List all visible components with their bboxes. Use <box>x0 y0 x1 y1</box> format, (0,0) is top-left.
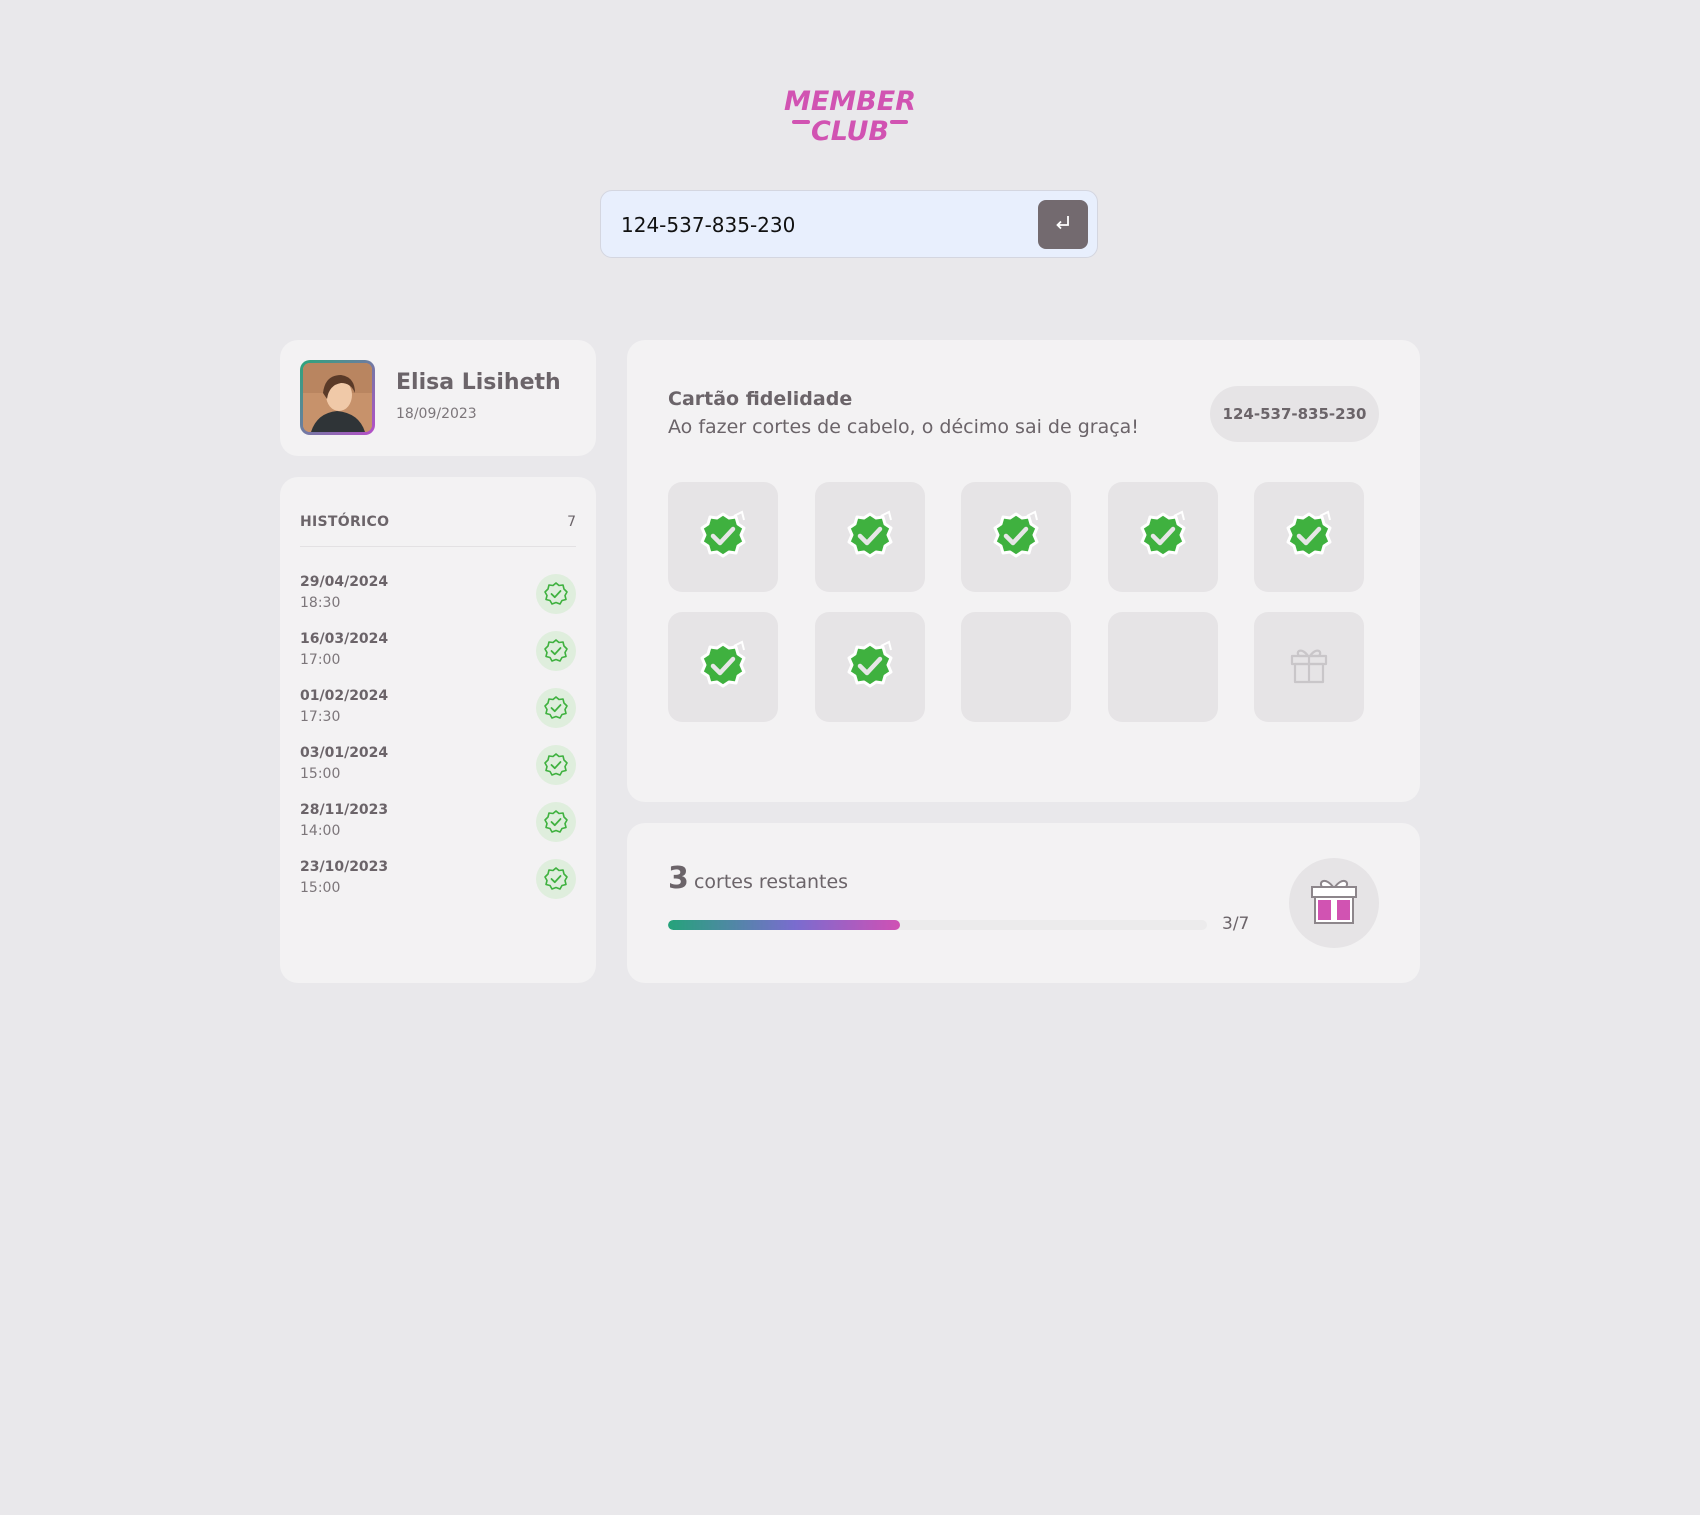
enter-icon <box>1053 213 1073 236</box>
progress-card: 3 cortes restantes 3/7 <box>627 823 1420 983</box>
history-card: HISTÓRICO 7 29/04/2024 18:30 16/03/2024 17:… <box>280 477 596 983</box>
gift-outline-icon <box>1288 644 1330 690</box>
history-date: 23/10/2023 <box>300 859 389 875</box>
stamp-slot-reward <box>1254 612 1364 722</box>
history-item: 29/04/2024 18:30 <box>300 574 576 622</box>
check-stamp-icon <box>694 506 752 568</box>
history-time: 18:30 <box>300 595 341 611</box>
stamp-slot-empty <box>961 612 1071 722</box>
check-badge-icon <box>536 574 576 614</box>
progress-ratio: 3/7 <box>1222 914 1250 934</box>
check-badge-icon <box>536 745 576 785</box>
history-time: 17:30 <box>300 709 341 725</box>
stamp-slot-checked <box>961 482 1071 592</box>
profile-card: Elisa Lisiheth 18/09/2023 <box>280 340 596 456</box>
history-date: 16/03/2024 <box>300 631 389 647</box>
stamp-slot-checked <box>668 482 778 592</box>
check-stamp-icon <box>841 636 899 698</box>
logo-line-1: MEMBER <box>784 86 916 117</box>
remaining-count: 3 <box>668 861 689 896</box>
loyalty-subtitle: Ao fazer cortes de cabelo, o décimo sai … <box>668 416 1139 438</box>
history-time: 15:00 <box>300 880 341 896</box>
stamp-slot-checked <box>1254 482 1364 592</box>
stamp-slot-checked <box>668 612 778 722</box>
gift-icon <box>1306 873 1362 933</box>
member-since-date: 18/09/2023 <box>396 406 477 422</box>
check-badge-icon <box>536 859 576 899</box>
stamp-slot-checked <box>814 612 925 722</box>
history-date: 28/11/2023 <box>300 802 389 818</box>
loyalty-title: Cartão fidelidade <box>668 388 853 410</box>
check-stamp-icon <box>1134 506 1192 568</box>
history-title: HISTÓRICO <box>300 514 390 530</box>
stamp-grid <box>668 482 1380 722</box>
member-club-logo: MEMBER CLUB <box>780 78 920 148</box>
history-date: 29/04/2024 <box>300 574 389 590</box>
stamp-slot-checked <box>1107 482 1218 592</box>
reward-badge <box>1289 858 1379 948</box>
history-item: 23/10/2023 15:00 <box>300 859 576 907</box>
remaining-label: cortes restantes <box>693 871 849 893</box>
history-item: 16/03/2024 17:00 <box>300 631 576 679</box>
check-stamp-icon <box>1280 506 1338 568</box>
progress-bar <box>668 920 1207 930</box>
history-time: 15:00 <box>300 766 341 782</box>
avatar <box>300 360 375 435</box>
member-name: Elisa Lisiheth <box>396 370 561 395</box>
card-number-input[interactable] <box>619 191 1013 259</box>
stamp-slot-checked <box>814 482 925 592</box>
check-stamp-icon <box>841 506 899 568</box>
remaining-cuts: 3 cortes restantes <box>668 861 848 896</box>
logo-line-2: CLUB <box>811 116 889 147</box>
card-search-bar <box>600 190 1098 259</box>
check-stamp-icon <box>694 636 752 698</box>
check-badge-icon <box>536 688 576 728</box>
history-count: 7 <box>567 514 576 530</box>
stamp-slot-empty <box>1107 612 1218 722</box>
progress-bar-fill <box>668 920 900 930</box>
submit-button[interactable] <box>1038 200 1088 249</box>
history-date: 01/02/2024 <box>300 688 389 704</box>
history-item: 28/11/2023 14:00 <box>300 802 576 850</box>
history-date: 03/01/2024 <box>300 745 389 761</box>
history-header: HISTÓRICO 7 <box>300 514 576 547</box>
check-badge-icon <box>536 631 576 671</box>
check-badge-icon <box>536 802 576 842</box>
check-stamp-icon <box>987 506 1045 568</box>
loyalty-card: Cartão fidelidade Ao fazer cortes de cab… <box>627 340 1420 802</box>
history-time: 17:00 <box>300 652 341 668</box>
history-item: 03/01/2024 15:00 <box>300 745 576 793</box>
history-time: 14:00 <box>300 823 341 839</box>
card-id-badge: 124-537-835-230 <box>1210 386 1379 442</box>
history-item: 01/02/2024 17:30 <box>300 688 576 736</box>
